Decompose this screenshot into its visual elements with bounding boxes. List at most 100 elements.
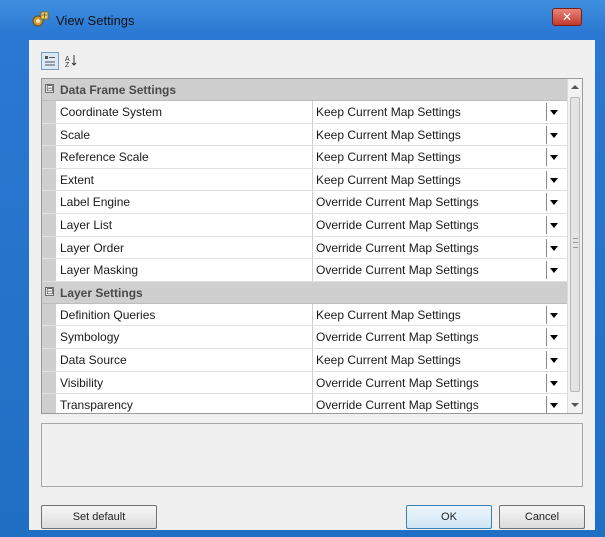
scroll-up-icon[interactable] <box>571 85 579 89</box>
chevron-down-icon <box>550 403 558 409</box>
row-gutter <box>42 394 56 413</box>
svg-text:Z: Z <box>65 62 70 68</box>
category-row[interactable]: ⊟ Layer Settings <box>42 281 568 304</box>
chevron-down-icon <box>550 335 558 341</box>
scroll-down-icon[interactable] <box>571 403 579 407</box>
property-row[interactable]: Extent Keep Current Map Settings <box>42 168 568 192</box>
property-row[interactable]: Transparency Override Current Map Setting… <box>42 394 568 413</box>
dropdown-button[interactable] <box>546 148 561 167</box>
dropdown-button[interactable] <box>546 103 561 121</box>
property-row[interactable]: Symbology Override Current Map Settings <box>42 326 568 349</box>
property-value[interactable]: Override Current Map Settings <box>316 195 479 209</box>
column-separator <box>312 123 313 146</box>
scrollbar-thumb[interactable] <box>570 97 580 392</box>
property-row[interactable]: Coordinate System Keep Current Map Settin… <box>42 101 568 124</box>
description-pane <box>41 423 583 487</box>
column-separator <box>312 394 313 413</box>
property-value[interactable]: Override Current Map Settings <box>316 398 479 412</box>
column-separator <box>312 371 313 394</box>
chevron-down-icon <box>550 155 558 161</box>
category-label: Layer Settings <box>60 285 143 300</box>
ok-button[interactable]: OK <box>406 505 492 529</box>
chevron-down-icon <box>550 177 558 183</box>
row-gutter <box>42 146 56 168</box>
property-value[interactable]: Override Current Map Settings <box>316 218 479 232</box>
row-gutter <box>42 236 56 259</box>
property-row[interactable]: Definition Queries Keep Current Map Setti… <box>42 303 568 327</box>
dropdown-button[interactable] <box>546 261 561 280</box>
property-row[interactable]: Reference Scale Keep Current Map Settings <box>42 146 568 169</box>
categorized-view-icon[interactable] <box>41 52 59 70</box>
column-separator <box>312 236 313 259</box>
column-separator <box>312 101 313 123</box>
row-gutter <box>42 191 56 213</box>
dialog-body: A Z ⊟ Data Frame Settings Coordinate Syste… <box>29 40 595 530</box>
property-name: Layer List <box>60 217 113 232</box>
vertical-scrollbar[interactable] <box>567 79 582 413</box>
chevron-down-icon <box>550 200 558 206</box>
row-gutter <box>42 326 56 348</box>
column-separator <box>312 259 313 281</box>
property-row[interactable]: Visibility Override Current Map Settings <box>42 371 568 395</box>
category-label: Data Frame Settings <box>60 83 177 97</box>
property-value[interactable]: Override Current Map Settings <box>316 330 479 344</box>
dropdown-button[interactable] <box>546 238 561 257</box>
property-row[interactable]: Label Engine Override Current Map Setting… <box>42 191 568 214</box>
property-name: Data Source <box>60 352 127 367</box>
property-name: Extent <box>60 172 95 187</box>
dropdown-button[interactable] <box>546 125 561 144</box>
dropdown-button[interactable] <box>546 170 561 189</box>
dropdown-button[interactable] <box>546 193 561 212</box>
property-name: Definition Queries <box>60 307 156 322</box>
alphabetical-sort-icon[interactable]: A Z <box>63 52 81 70</box>
row-gutter <box>42 168 56 191</box>
property-value[interactable]: Keep Current Map Settings <box>316 128 461 142</box>
title-bar: View Settings ✕ <box>0 0 605 40</box>
chevron-down-icon <box>550 312 558 318</box>
property-row[interactable]: Layer Masking Override Current Map Settin… <box>42 259 568 282</box>
property-value[interactable]: Keep Current Map Settings <box>316 173 461 187</box>
collapse-toggle-icon[interactable]: ⊟ <box>45 286 54 296</box>
property-value[interactable]: Override Current Map Settings <box>316 241 479 255</box>
category-row[interactable]: ⊟ Data Frame Settings <box>42 79 568 101</box>
dropdown-button[interactable] <box>546 215 561 234</box>
cancel-button[interactable]: Cancel <box>499 505 585 529</box>
column-separator <box>312 146 313 168</box>
dropdown-button[interactable] <box>546 328 561 347</box>
dropdown-button[interactable] <box>546 373 561 392</box>
property-value[interactable]: Keep Current Map Settings <box>316 150 461 164</box>
column-separator <box>312 303 313 326</box>
row-gutter <box>42 259 56 281</box>
column-separator <box>312 348 313 371</box>
chevron-down-icon <box>550 222 558 228</box>
property-value[interactable]: Keep Current Map Settings <box>316 105 461 119</box>
property-value[interactable]: Override Current Map Settings <box>316 376 479 390</box>
property-value[interactable]: Keep Current Map Settings <box>316 308 461 322</box>
property-value[interactable]: Keep Current Map Settings <box>316 353 461 367</box>
property-value[interactable]: Override Current Map Settings <box>316 263 479 277</box>
property-row[interactable]: Layer Order Override Current Map Settings <box>42 236 568 260</box>
row-gutter <box>42 303 56 326</box>
property-name: Coordinate System <box>60 105 163 119</box>
collapse-toggle-icon[interactable]: ⊟ <box>45 84 54 93</box>
dropdown-button[interactable] <box>546 350 561 369</box>
chevron-down-icon <box>550 380 558 386</box>
chevron-down-icon <box>550 132 558 138</box>
dropdown-button[interactable] <box>546 396 561 413</box>
dropdown-button[interactable] <box>546 305 561 324</box>
property-name: Scale <box>60 127 91 142</box>
close-button[interactable]: ✕ <box>552 8 582 26</box>
set-default-button[interactable]: Set default <box>41 505 157 529</box>
property-name: Label Engine <box>60 195 131 210</box>
property-row[interactable]: Layer List Override Current Map Settings <box>42 213 568 237</box>
column-separator <box>312 168 313 191</box>
property-row[interactable]: Scale Keep Current Map Settings <box>42 123 568 147</box>
property-grid: ⊟ Data Frame Settings Coordinate System Kee… <box>41 78 583 414</box>
property-row[interactable]: Data Source Keep Current Map Settings <box>42 348 568 372</box>
property-grid-rows: ⊟ Data Frame Settings Coordinate System Kee… <box>42 79 568 413</box>
property-name: Layer Masking <box>60 263 139 278</box>
grip-icon <box>573 238 578 248</box>
row-gutter <box>42 213 56 236</box>
property-name: Reference Scale <box>60 150 149 165</box>
column-separator <box>312 213 313 236</box>
